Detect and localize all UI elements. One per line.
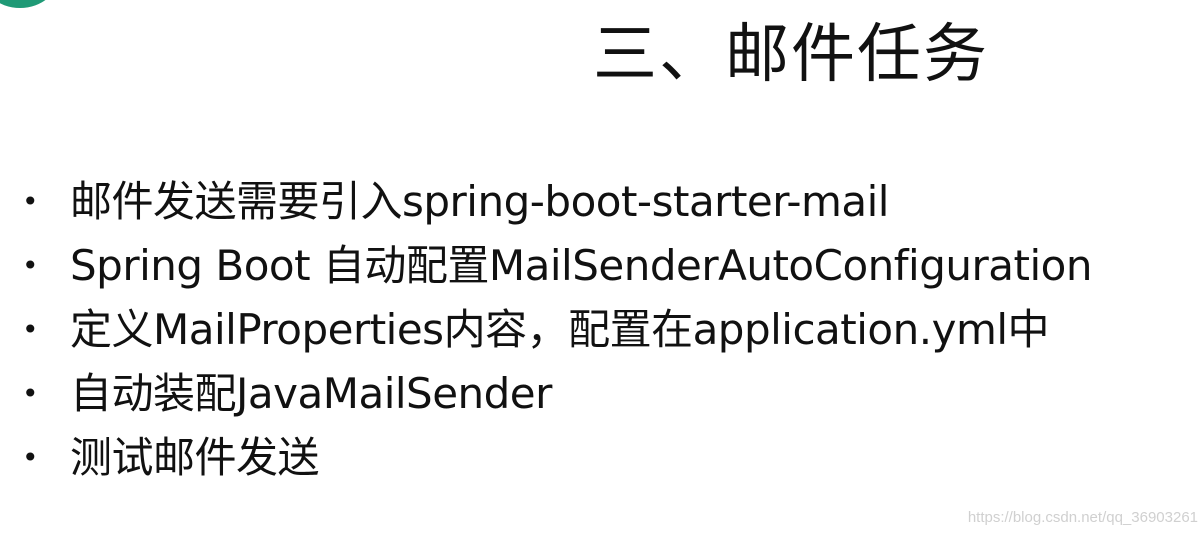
bullet-text: 定义MailProperties内容，配置在application.yml中 — [70, 305, 1050, 354]
corner-accent-shape — [0, 0, 60, 8]
bullet-item: • 自动装配JavaMailSender — [22, 362, 1092, 426]
bullet-dot-icon: • — [22, 313, 39, 346]
bullet-dot-icon: • — [22, 185, 39, 218]
bullet-item: • Spring Boot 自动配置MailSenderAutoConfigur… — [22, 234, 1092, 298]
bullet-text: 自动装配JavaMailSender — [70, 369, 552, 418]
bullet-text: 邮件发送需要引入spring-boot-starter-mail — [70, 177, 889, 226]
bullet-item: • 邮件发送需要引入spring-boot-starter-mail — [22, 170, 1092, 234]
bullet-text: 测试邮件发送 — [70, 433, 320, 482]
bullet-dot-icon: • — [22, 377, 39, 410]
bullet-item: • 测试邮件发送 — [22, 426, 1092, 490]
slide-title: 三、邮件任务 — [593, 18, 989, 92]
bullet-text: Spring Boot 自动配置MailSenderAutoConfigurat… — [70, 241, 1092, 290]
bullet-item: • 定义MailProperties内容，配置在application.yml中 — [22, 298, 1092, 362]
watermark-url: https://blog.csdn.net/qq_36903261 — [967, 509, 1198, 526]
bullet-dot-icon: • — [22, 441, 39, 474]
bullet-dot-icon: • — [22, 249, 39, 282]
bullet-list: • 邮件发送需要引入spring-boot-starter-mail • Spr… — [22, 170, 1092, 490]
